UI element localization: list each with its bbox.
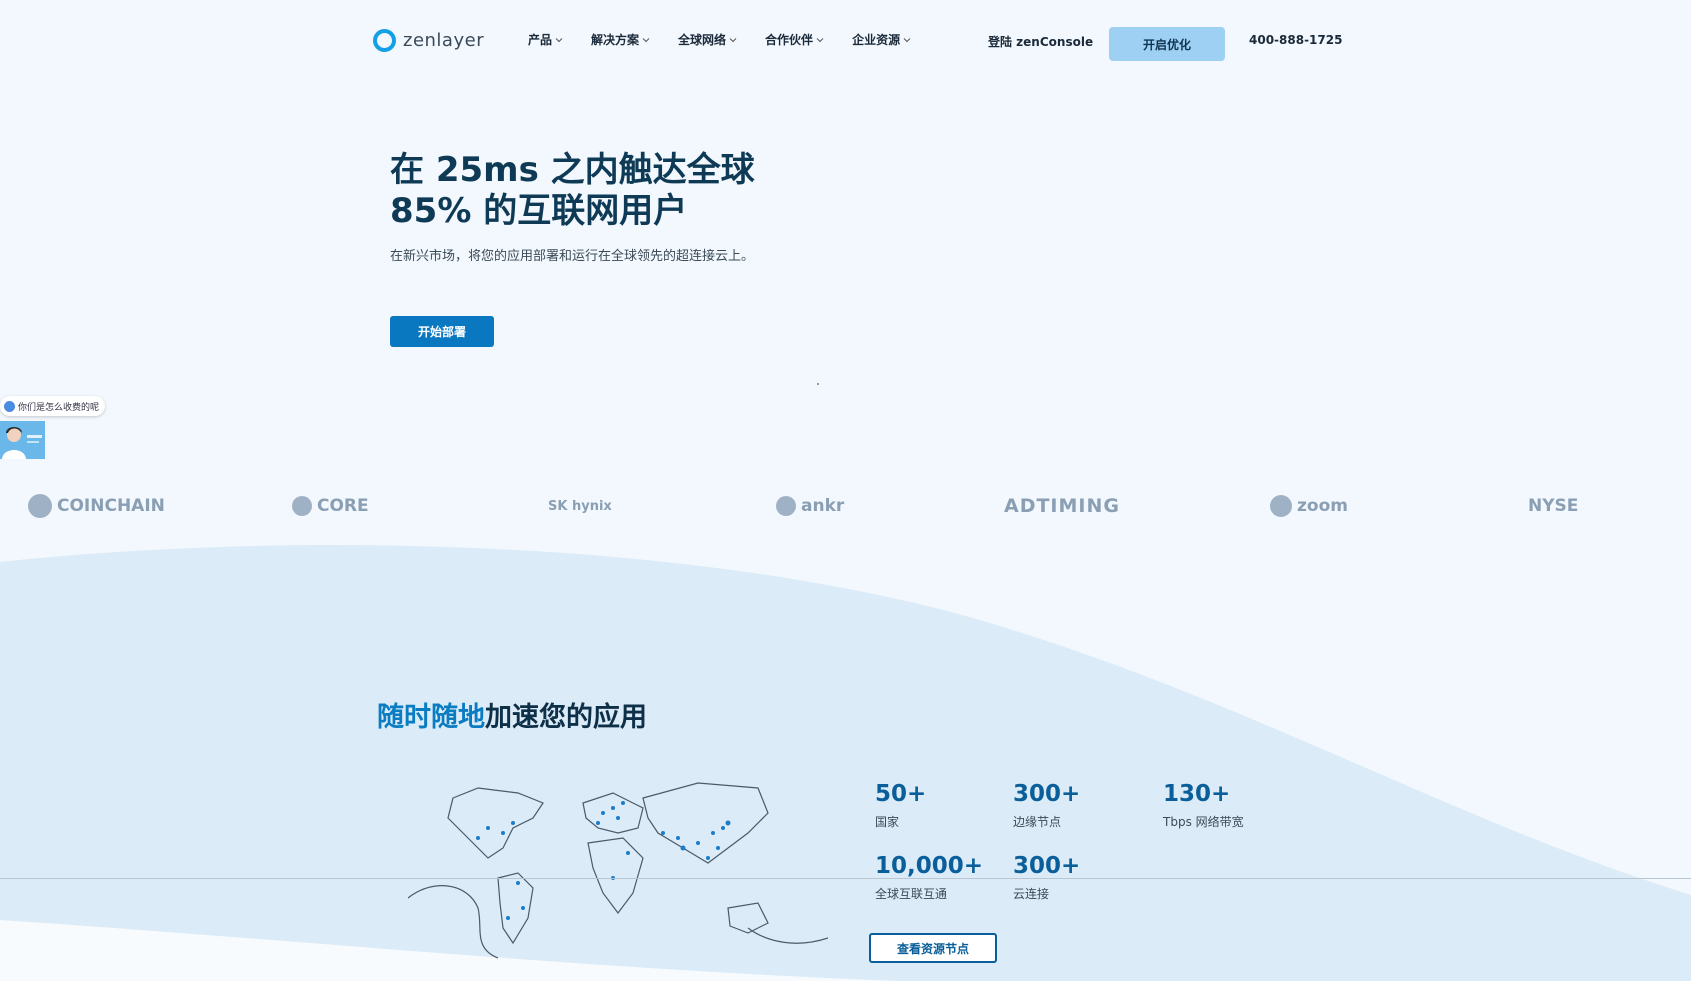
logo-text: ankr xyxy=(801,496,845,516)
nav-item-resources[interactable]: 企业资源 xyxy=(852,31,911,48)
stat-edge-nodes: 300+ 边缘节点 xyxy=(1013,780,1080,830)
stat-cloud-connects: 300+ 云连接 xyxy=(1013,852,1080,902)
logo-text: NYSE xyxy=(1528,496,1579,516)
world-map-image xyxy=(408,782,828,959)
section-title: 随时随地加速您的应用 xyxy=(377,695,647,734)
chevron-down-icon xyxy=(555,37,563,42)
stat-label: 国家 xyxy=(875,815,900,829)
stat-value: 300+ xyxy=(1013,781,1081,807)
chevron-down-icon xyxy=(816,37,824,42)
chevron-down-icon xyxy=(903,37,911,42)
section-title-rest: 加速您的应用 xyxy=(485,702,647,733)
chat-agent-avatar[interactable] xyxy=(0,421,45,459)
hero-title-line2: 85% 的互联网用户 xyxy=(390,191,688,231)
logo-nyse: NYSE xyxy=(1528,488,1578,524)
login-link[interactable]: 登陆 zenConsole xyxy=(988,33,1093,50)
nav-label: 产品 xyxy=(528,33,553,47)
logo-ankr: ankr xyxy=(776,488,844,524)
stat-countries: 50+ 国家 xyxy=(875,780,926,830)
hero-subtitle: 在新兴市场，将您的应用部署和运行在全球领先的超连接云上。 xyxy=(390,249,755,264)
stat-value: 50+ xyxy=(875,781,927,807)
logo-text: zenlayer xyxy=(403,29,485,51)
nav-item-products[interactable]: 产品 xyxy=(528,31,563,48)
stat-label: 边缘节点 xyxy=(1013,815,1062,829)
hero-title-line1: 在 25ms 之内触达全球 xyxy=(390,150,755,190)
chat-bubble-text: 你们是怎么收费的呢 xyxy=(18,402,100,413)
core-icon xyxy=(292,496,312,516)
customer-logos: COINCHAIN CORE SK hynix ankr ADTIMING zo… xyxy=(0,488,1691,524)
logo-text: SK hynix xyxy=(548,498,612,514)
stat-interconnects: 10,000+ 全球互联互通 xyxy=(875,852,983,902)
carousel-dot[interactable] xyxy=(817,383,819,385)
chat-icon xyxy=(4,400,15,412)
nav-item-global-network[interactable]: 全球网络 xyxy=(678,31,737,48)
chevron-down-icon xyxy=(642,37,650,42)
nav-label: 全球网络 xyxy=(678,33,727,47)
nav-item-partners[interactable]: 合作伙伴 xyxy=(765,31,824,48)
view-resource-nodes-button[interactable]: 查看资源节点 xyxy=(869,933,997,963)
chat-bubble[interactable]: 你们是怎么收费的呢 xyxy=(0,396,106,416)
stat-value: 300+ xyxy=(1013,853,1081,879)
logo-text: CORE xyxy=(317,496,369,516)
nav-label: 解决方案 xyxy=(591,33,640,47)
ankr-icon xyxy=(776,496,796,516)
phone-number: 400-888-1725 xyxy=(1249,33,1343,47)
hero-title: 在 25ms 之内触达全球 85% 的互联网用户 xyxy=(390,150,810,232)
stat-label: 全球互联互通 xyxy=(875,887,948,901)
nav-label: 合作伙伴 xyxy=(765,33,814,47)
stat-value: 130+ xyxy=(1163,781,1231,807)
logo-text: COINCHAIN xyxy=(57,496,165,516)
stat-bandwidth: 130+ Tbps 网络带宽 xyxy=(1163,780,1244,830)
logo-text: ADTIMING xyxy=(1004,495,1120,517)
start-optimize-button[interactable]: 开启优化 xyxy=(1109,27,1225,61)
stat-label: 云连接 xyxy=(1013,887,1050,901)
agent-portrait-icon xyxy=(0,421,45,459)
coinchain-icon xyxy=(28,494,52,518)
nav-label: 企业资源 xyxy=(852,33,901,47)
divider xyxy=(0,878,1691,879)
zoom-camera-icon xyxy=(1270,495,1292,517)
section-title-highlight: 随时随地 xyxy=(377,702,485,733)
stat-label: Tbps 网络带宽 xyxy=(1163,815,1244,829)
logo-zoom: zoom xyxy=(1270,488,1348,524)
chevron-down-icon xyxy=(729,37,737,42)
logo-adtiming: ADTIMING xyxy=(1004,488,1120,524)
stat-value: 10,000+ xyxy=(875,853,984,879)
logo-core: CORE xyxy=(292,488,369,524)
logo-ring-icon xyxy=(373,28,396,52)
logo-coinchain: COINCHAIN xyxy=(28,488,165,524)
nav-item-solutions[interactable]: 解决方案 xyxy=(591,31,650,48)
main-nav: 产品 解决方案 全球网络 合作伙伴 企业资源 xyxy=(528,31,911,48)
zenlayer-logo[interactable]: zenlayer xyxy=(373,28,484,52)
logo-sk-hynix: SK hynix xyxy=(548,488,612,524)
logo-text: zoom xyxy=(1297,496,1348,516)
start-deploy-button[interactable]: 开始部署 xyxy=(390,316,494,347)
